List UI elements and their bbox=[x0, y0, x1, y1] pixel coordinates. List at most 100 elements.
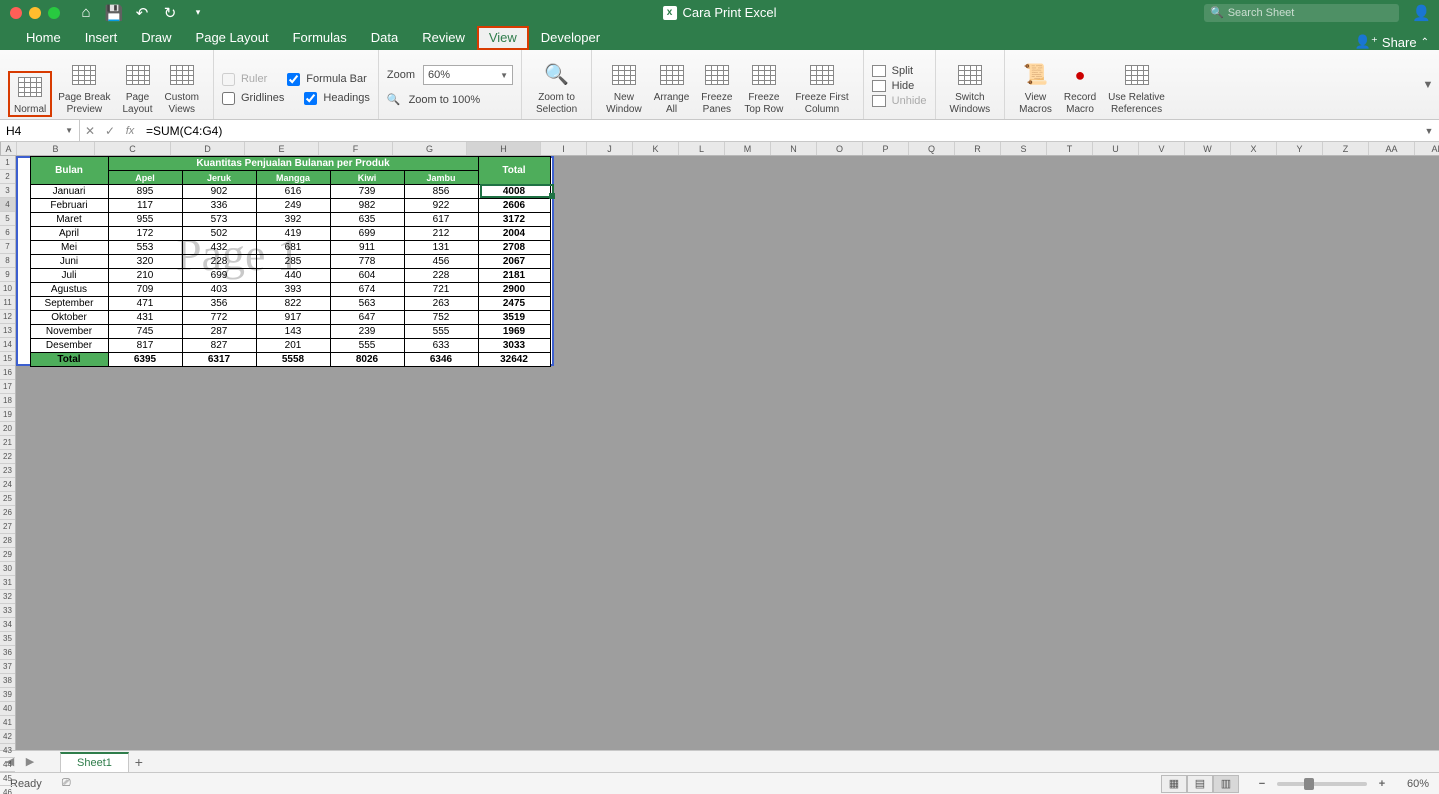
col-header-AA[interactable]: AA bbox=[1369, 142, 1415, 155]
undo-icon[interactable]: ↶ bbox=[134, 5, 150, 21]
formulabar-checkbox[interactable]: Formula Bar bbox=[287, 73, 367, 86]
zoom-dropdown[interactable]: 60%▼ bbox=[423, 65, 513, 85]
zoom-100-button[interactable]: 🔍 Zoom to 100% bbox=[387, 93, 480, 106]
close-window-button[interactable] bbox=[10, 7, 22, 19]
normal-view-sb-button[interactable]: ▦ bbox=[1161, 775, 1187, 793]
col-header-E[interactable]: E bbox=[245, 142, 319, 155]
row-header-1[interactable]: 1 bbox=[0, 156, 15, 170]
col-header-K[interactable]: K bbox=[633, 142, 679, 155]
tab-insert[interactable]: Insert bbox=[73, 26, 130, 50]
cancel-formula-button[interactable]: ✕ bbox=[80, 124, 100, 138]
zoom-selection-button[interactable]: 🔍 Zoom to Selection bbox=[530, 59, 583, 117]
minimize-window-button[interactable] bbox=[29, 7, 41, 19]
row-header-39[interactable]: 39 bbox=[0, 688, 15, 702]
row-header-20[interactable]: 20 bbox=[0, 422, 15, 436]
split-button[interactable]: Split bbox=[872, 65, 927, 77]
row-header-15[interactable]: 15 bbox=[0, 352, 15, 366]
row-header-22[interactable]: 22 bbox=[0, 450, 15, 464]
tab-view[interactable]: View bbox=[477, 26, 529, 50]
col-header-D[interactable]: D bbox=[171, 142, 245, 155]
col-header-Y[interactable]: Y bbox=[1277, 142, 1323, 155]
col-header-Q[interactable]: Q bbox=[909, 142, 955, 155]
view-macros-button[interactable]: 📜View Macros bbox=[1013, 59, 1058, 117]
col-header-N[interactable]: N bbox=[771, 142, 817, 155]
row-header-18[interactable]: 18 bbox=[0, 394, 15, 408]
col-header-T[interactable]: T bbox=[1047, 142, 1093, 155]
tab-data[interactable]: Data bbox=[359, 26, 410, 50]
row-header-14[interactable]: 14 bbox=[0, 338, 15, 352]
row-header-3[interactable]: 3 bbox=[0, 184, 15, 198]
row-header-29[interactable]: 29 bbox=[0, 548, 15, 562]
cells-area[interactable]: Page 1 BulanKuantitas Penjualan Bulanan … bbox=[16, 156, 1439, 750]
record-macro-button[interactable]: ●Record Macro bbox=[1058, 59, 1102, 117]
row-header-6[interactable]: 6 bbox=[0, 226, 15, 240]
ruler-checkbox[interactable]: Ruler bbox=[222, 73, 267, 86]
share-button[interactable]: Share bbox=[1382, 35, 1417, 50]
pagebreak-view-sb-button[interactable]: ▥ bbox=[1213, 775, 1239, 793]
hide-button[interactable]: Hide bbox=[872, 80, 927, 92]
col-header-F[interactable]: F bbox=[319, 142, 393, 155]
col-header-H[interactable]: H bbox=[467, 142, 541, 155]
sheet-tab[interactable]: Sheet1 bbox=[60, 752, 129, 772]
zoom-slider-thumb[interactable] bbox=[1304, 778, 1314, 790]
normal-view-button[interactable]: Normal bbox=[8, 71, 52, 118]
pagebreak-preview-button[interactable]: Page Break Preview bbox=[52, 59, 116, 117]
row-header-45[interactable]: 45 bbox=[0, 772, 15, 786]
search-box[interactable]: 🔍 bbox=[1204, 4, 1399, 22]
maximize-window-button[interactable] bbox=[48, 7, 60, 19]
ribbon-expand-icon[interactable]: ▼ bbox=[1417, 50, 1439, 119]
row-header-9[interactable]: 9 bbox=[0, 268, 15, 282]
col-header-Z[interactable]: Z bbox=[1323, 142, 1369, 155]
row-header-5[interactable]: 5 bbox=[0, 212, 15, 226]
row-header-42[interactable]: 42 bbox=[0, 730, 15, 744]
new-window-button[interactable]: New Window bbox=[600, 59, 648, 117]
row-header-36[interactable]: 36 bbox=[0, 646, 15, 660]
col-header-C[interactable]: C bbox=[95, 142, 171, 155]
row-header-28[interactable]: 28 bbox=[0, 534, 15, 548]
search-input[interactable] bbox=[1228, 7, 1393, 19]
row-header-26[interactable]: 26 bbox=[0, 506, 15, 520]
row-header-34[interactable]: 34 bbox=[0, 618, 15, 632]
row-header-4[interactable]: 4 bbox=[0, 198, 15, 212]
redo-icon[interactable]: ↻ bbox=[162, 5, 178, 21]
row-header-10[interactable]: 10 bbox=[0, 282, 15, 296]
col-header-A[interactable]: A bbox=[1, 142, 17, 155]
row-header-37[interactable]: 37 bbox=[0, 660, 15, 674]
col-header-L[interactable]: L bbox=[679, 142, 725, 155]
col-header-P[interactable]: P bbox=[863, 142, 909, 155]
row-header-32[interactable]: 32 bbox=[0, 590, 15, 604]
tab-home[interactable]: Home bbox=[14, 26, 73, 50]
row-header-38[interactable]: 38 bbox=[0, 674, 15, 688]
row-header-40[interactable]: 40 bbox=[0, 702, 15, 716]
col-header-W[interactable]: W bbox=[1185, 142, 1231, 155]
zoom-in-button[interactable]: + bbox=[1375, 778, 1389, 790]
arrange-all-button[interactable]: Arrange All bbox=[648, 59, 696, 117]
row-header-16[interactable]: 16 bbox=[0, 366, 15, 380]
row-header-30[interactable]: 30 bbox=[0, 562, 15, 576]
tab-draw[interactable]: Draw bbox=[129, 26, 183, 50]
row-header-44[interactable]: 44 bbox=[0, 758, 15, 772]
switch-windows-button[interactable]: Switch Windows bbox=[944, 59, 997, 117]
freeze-panes-button[interactable]: Freeze Panes bbox=[695, 59, 738, 117]
row-header-17[interactable]: 17 bbox=[0, 380, 15, 394]
col-header-I[interactable]: I bbox=[541, 142, 587, 155]
row-header-19[interactable]: 19 bbox=[0, 408, 15, 422]
page-layout-button[interactable]: Page Layout bbox=[117, 59, 159, 117]
macro-status-icon[interactable]: ⎚ bbox=[62, 777, 71, 790]
home-icon[interactable]: ⌂ bbox=[78, 5, 94, 21]
row-header-7[interactable]: 7 bbox=[0, 240, 15, 254]
row-header-43[interactable]: 43 bbox=[0, 744, 15, 758]
tab-page-layout[interactable]: Page Layout bbox=[184, 26, 281, 50]
row-header-46[interactable]: 46 bbox=[0, 786, 15, 794]
gridlines-checkbox[interactable]: Gridlines bbox=[222, 92, 284, 105]
zoom-slider-track[interactable] bbox=[1277, 782, 1367, 786]
add-sheet-button[interactable]: + bbox=[129, 754, 149, 770]
col-header-AB[interactable]: AB bbox=[1415, 142, 1439, 155]
zoom-out-button[interactable]: − bbox=[1255, 778, 1269, 790]
row-header-41[interactable]: 41 bbox=[0, 716, 15, 730]
sheet-nav-next[interactable]: ▶ bbox=[20, 755, 40, 768]
tab-developer[interactable]: Developer bbox=[529, 26, 612, 50]
expand-formula-icon[interactable]: ▼ bbox=[1419, 126, 1439, 136]
col-header-O[interactable]: O bbox=[817, 142, 863, 155]
row-header-21[interactable]: 21 bbox=[0, 436, 15, 450]
